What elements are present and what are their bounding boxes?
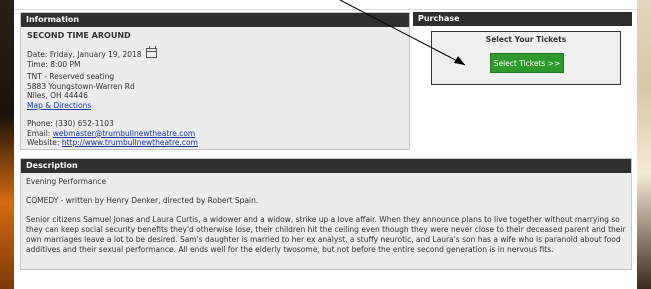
information-panel: Information SECOND TIME AROUND Date: Fri…: [20, 12, 410, 150]
address-line-1: 5883 Youngstown-Warren Rd: [27, 81, 135, 91]
venue: TNT - Reserved seating: [27, 72, 115, 81]
description-header: Description: [21, 159, 631, 173]
background-photo-left: [0, 0, 14, 289]
background-photo-right: [637, 0, 651, 289]
select-tickets-button[interactable]: Select Tickets >>: [490, 53, 564, 73]
description-text: Senior citizens Samuel Jonas and Laura C…: [26, 215, 626, 254]
select-tickets-title: Select Your Tickets: [485, 35, 567, 44]
select-tickets-box: Select Your Tickets Select Tickets >>: [431, 31, 621, 85]
genre-credits: COMEDY - written by Henry Denker, direct…: [26, 196, 259, 205]
event-page: Information SECOND TIME AROUND Date: Fri…: [14, 0, 637, 289]
performance-type: Evening Performance: [26, 177, 107, 186]
description-panel: Description Evening Performance COMEDY -…: [20, 158, 632, 270]
address-line-2: Niles, OH 44446: [27, 91, 88, 100]
top-strip: [14, 0, 637, 10]
show-title: SECOND TIME AROUND: [27, 31, 131, 40]
website-link[interactable]: http://www.trumbullnewtheatre.com: [62, 138, 198, 147]
event-date: Date: Friday, January 19, 2018: [27, 49, 142, 59]
email-link[interactable]: webmaster@trumbullnewtheatre.com: [53, 129, 196, 138]
phone: Phone: (330) 652-1103: [27, 119, 114, 128]
website-label: Website:: [27, 138, 62, 147]
calendar-icon[interactable]: [145, 45, 157, 58]
map-directions-link[interactable]: Map & Directions: [27, 101, 91, 110]
information-header: Information: [21, 13, 409, 27]
purchase-header: Purchase: [413, 12, 632, 26]
event-time: Time: 8:00 PM: [27, 59, 81, 69]
email-label: Email:: [27, 128, 53, 138]
